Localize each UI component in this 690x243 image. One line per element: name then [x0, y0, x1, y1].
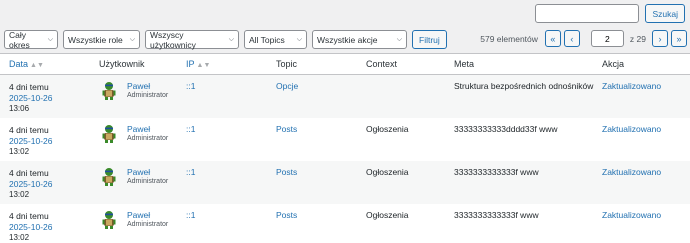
activity-log-table: Data ▲▼ Użytkownik IP ▲▼ Topic Context Met… — [0, 53, 690, 243]
pagination: 579 elementów « ‹ z 29 › » — [480, 30, 687, 47]
user-name-link[interactable]: Paweł — [127, 210, 150, 220]
user-select[interactable]: Wszyscy użytkownicy ⌵ — [145, 29, 239, 50]
col-header-date[interactable]: Data ▲▼ — [9, 59, 44, 69]
context: Ogłoszenia — [366, 167, 409, 177]
action-link[interactable]: Zaktualizowano — [602, 167, 661, 177]
action-link[interactable]: Zaktualizowano — [602, 81, 661, 91]
role-select[interactable]: Wszystkie role ⌵ — [63, 30, 140, 49]
topic-select-value: All Topics — [249, 34, 285, 45]
user-select-value: Wszyscy użytkownicy — [150, 29, 196, 50]
ip-link[interactable]: ::1 — [186, 210, 195, 220]
date-range-select-value: Cały okres — [9, 29, 30, 50]
time: 13:02 — [9, 190, 30, 199]
sort-icon: ▲▼ — [196, 62, 211, 69]
col-header-meta: Meta — [454, 59, 475, 69]
date-link[interactable]: 2025-10-26 — [9, 93, 52, 103]
meta: Struktura bezpośrednich odnośników — [454, 81, 594, 91]
date-relative: 4 dni temu — [9, 211, 49, 221]
topic-link[interactable]: Posts — [276, 124, 297, 134]
sort-icon: ▲▼ — [30, 62, 44, 69]
date-relative: 4 dni temu — [9, 125, 49, 135]
date-link[interactable]: 2025-10-26 — [9, 179, 52, 189]
action-select[interactable]: Wszystkie akcje ⌵ — [312, 30, 407, 49]
col-header-context: Context — [366, 59, 398, 69]
last-page-button[interactable]: » — [671, 30, 687, 47]
table-row: 4 dni temu 2025-10-26 13:02 Paweł Admini… — [0, 161, 690, 204]
ip-link[interactable]: ::1 — [186, 167, 195, 177]
meta: 33333333333dddd33f www — [454, 124, 558, 134]
avatar — [102, 211, 116, 229]
chevron-down-icon: ⌵ — [47, 35, 53, 43]
user-name-link[interactable]: Paweł — [127, 124, 150, 134]
avatar — [102, 125, 116, 143]
avatar — [102, 168, 116, 186]
ip-link[interactable]: ::1 — [186, 124, 195, 134]
table-row: 4 dni temu 2025-10-26 13:02 Paweł Admini… — [0, 118, 690, 161]
prev-page-button[interactable]: ‹ — [563, 30, 580, 47]
meta: 3333333333333f www — [454, 167, 539, 177]
col-header-ip[interactable]: IP ▲▼ — [186, 59, 210, 69]
action-link[interactable]: Zaktualizowano — [602, 124, 661, 134]
filter-button[interactable]: Filtruj — [412, 30, 447, 49]
ip-link[interactable]: ::1 — [186, 81, 195, 91]
col-header-user: Użytkownik — [99, 59, 145, 69]
col-header-date-label: Data — [9, 59, 29, 69]
next-page-button[interactable]: › — [652, 30, 668, 47]
topic-select[interactable]: All Topics ⌵ — [244, 30, 307, 49]
table-row: 4 dni temu 2025-10-26 13:02 Paweł Admini… — [0, 204, 690, 243]
topic-link[interactable]: Posts — [276, 210, 297, 220]
context: Ogłoszenia — [366, 210, 409, 220]
table-row: 4 dni temu 2025-10-26 13:06 Paweł Admini… — [0, 75, 690, 118]
current-page-input[interactable] — [590, 30, 624, 47]
filter-bar: Cały okres ⌵ Wszystkie role ⌵ Wszyscy uż… — [4, 29, 447, 50]
search-box: Szukaj — [535, 4, 685, 23]
table-header: Data ▲▼ Użytkownik IP ▲▼ Topic Context Met… — [0, 54, 690, 75]
date-relative: 4 dni temu — [9, 82, 49, 92]
date-range-select[interactable]: Cały okres ⌵ — [4, 29, 58, 50]
search-input[interactable] — [535, 4, 640, 23]
user-role: Administrator — [127, 92, 169, 99]
chevron-down-icon: ⌵ — [129, 35, 135, 43]
total-pages: z 29 — [629, 33, 646, 44]
search-button[interactable]: Szukaj — [645, 4, 685, 23]
chevron-down-icon: ⌵ — [228, 35, 234, 43]
first-page-button[interactable]: « — [544, 30, 561, 47]
user-role: Administrator — [127, 135, 169, 142]
user-role: Administrator — [127, 178, 169, 185]
item-count: 579 elementów — [480, 33, 538, 44]
date-link[interactable]: 2025-10-26 — [9, 222, 52, 232]
chevron-down-icon: ⌵ — [396, 35, 402, 43]
action-select-value: Wszystkie akcje — [317, 34, 378, 45]
col-header-ip-label: IP — [186, 59, 195, 69]
time: 13:06 — [9, 104, 30, 113]
meta: 3333333333333f www — [454, 210, 539, 220]
user-role: Administrator — [127, 221, 169, 228]
user-name-link[interactable]: Paweł — [127, 167, 150, 177]
user-name-link[interactable]: Paweł — [127, 81, 150, 91]
topic-link[interactable]: Opcje — [276, 81, 298, 91]
date-link[interactable]: 2025-10-26 — [9, 136, 52, 146]
col-header-action: Akcja — [602, 59, 625, 69]
chevron-down-icon: ⌵ — [296, 35, 302, 43]
action-link[interactable]: Zaktualizowano — [602, 210, 661, 220]
topic-link[interactable]: Posts — [276, 167, 297, 177]
time: 13:02 — [9, 147, 30, 156]
context: Ogłoszenia — [366, 124, 409, 134]
role-select-value: Wszystkie role — [68, 34, 123, 45]
date-relative: 4 dni temu — [9, 168, 49, 178]
col-header-topic: Topic — [276, 59, 298, 69]
avatar — [102, 82, 116, 100]
time: 13:02 — [9, 233, 30, 242]
